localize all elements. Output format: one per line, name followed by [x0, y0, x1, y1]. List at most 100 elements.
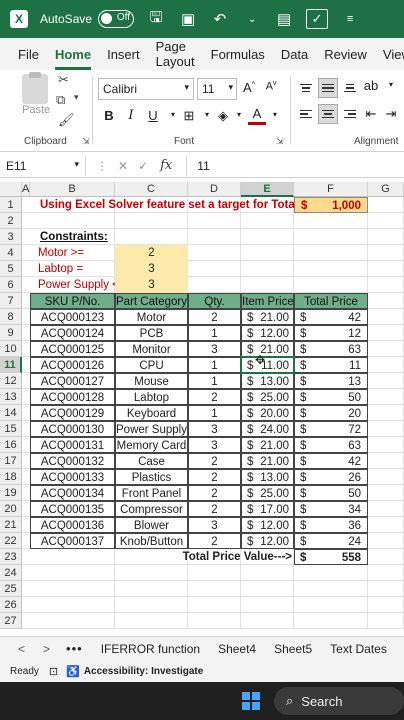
- sheet-tab-sheet5[interactable]: Sheet5: [274, 642, 312, 656]
- total-price-label[interactable]: Total Price Value--->: [115, 549, 294, 565]
- sku-cell[interactable]: ACQ000124: [30, 325, 115, 341]
- save-icon[interactable]: 🖫: [146, 7, 166, 32]
- item-price-cell[interactable]: $24.00: [241, 421, 294, 437]
- qty-cell[interactable]: 1: [188, 373, 241, 389]
- target-cell[interactable]: $1,000: [294, 197, 368, 213]
- column-header-g[interactable]: G: [368, 182, 404, 197]
- row-header-27[interactable]: 27: [0, 613, 22, 629]
- category-cell[interactable]: Plastics: [115, 469, 188, 485]
- category-cell[interactable]: Front Panel: [115, 485, 188, 501]
- total-price-cell[interactable]: $36: [294, 517, 368, 533]
- paste-button-label[interactable]: Paste: [22, 104, 50, 116]
- constraint-value[interactable]: 2: [115, 245, 188, 261]
- item-price-cell[interactable]: $13.00: [241, 373, 294, 389]
- category-cell[interactable]: PCB: [115, 325, 188, 341]
- font-color-icon[interactable]: A: [248, 106, 266, 125]
- sku-cell[interactable]: ACQ000131: [30, 437, 115, 453]
- qty-cell[interactable]: 3: [188, 437, 241, 453]
- category-cell[interactable]: Memory Card: [115, 437, 188, 453]
- qty-cell[interactable]: 1: [188, 357, 241, 373]
- qty-cell[interactable]: 3: [188, 421, 241, 437]
- row-header-17[interactable]: 17: [0, 453, 22, 469]
- table-header[interactable]: Qty.: [188, 293, 241, 309]
- column-header-a[interactable]: A: [22, 182, 30, 197]
- sheet-next-button[interactable]: >: [43, 642, 50, 656]
- sku-cell[interactable]: ACQ000135: [30, 501, 115, 517]
- tab-data[interactable]: Data: [281, 47, 308, 62]
- align-top-icon[interactable]: [296, 78, 316, 98]
- qty-cell[interactable]: 2: [188, 485, 241, 501]
- sku-cell[interactable]: ACQ000137: [30, 533, 115, 549]
- row-header-9[interactable]: 9: [0, 325, 22, 341]
- qty-cell[interactable]: 3: [188, 341, 241, 357]
- sheet-tab-iferror[interactable]: IFERROR function: [101, 642, 200, 656]
- row-header-23[interactable]: 23: [0, 549, 22, 565]
- italic-icon[interactable]: I: [122, 108, 140, 123]
- constraint-value[interactable]: 3: [115, 277, 188, 293]
- paste-icon[interactable]: [22, 72, 48, 104]
- name-box[interactable]: E11 ▾: [0, 155, 86, 176]
- sku-cell[interactable]: ACQ000128: [30, 389, 115, 405]
- row-header-13[interactable]: 13: [0, 389, 22, 405]
- row-header-5[interactable]: 5: [0, 261, 22, 277]
- row-header-24[interactable]: 24: [0, 565, 22, 581]
- row-header-3[interactable]: 3: [0, 229, 22, 245]
- total-price-value-cell[interactable]: $558: [294, 549, 368, 565]
- decrease-indent-icon[interactable]: ⇤: [362, 106, 380, 122]
- item-price-cell[interactable]: $21.00: [241, 341, 294, 357]
- sku-cell[interactable]: ACQ000123: [30, 309, 115, 325]
- undo-icon[interactable]: ↶: [210, 10, 230, 28]
- sku-cell[interactable]: ACQ000127: [30, 373, 115, 389]
- row-header-12[interactable]: 12: [0, 373, 22, 389]
- sku-cell[interactable]: ACQ000132: [30, 453, 115, 469]
- sku-cell[interactable]: ACQ000136: [30, 517, 115, 533]
- row-header-21[interactable]: 21: [0, 517, 22, 533]
- chevron-down-icon[interactable]: ▾: [266, 110, 284, 119]
- tab-file[interactable]: File: [18, 47, 39, 62]
- autosave-toggle[interactable]: Off: [98, 10, 135, 28]
- column-header-d[interactable]: D: [188, 182, 241, 197]
- align-bottom-icon[interactable]: [340, 78, 360, 98]
- sku-cell[interactable]: ACQ000129: [30, 405, 115, 421]
- increase-indent-icon[interactable]: ⇥: [382, 106, 400, 122]
- qty-cell[interactable]: 1: [188, 325, 241, 341]
- orientation-icon[interactable]: ab: [362, 78, 380, 93]
- qty-cell[interactable]: 2: [188, 469, 241, 485]
- file-icon[interactable]: ▤: [274, 10, 294, 28]
- tab-home[interactable]: Home: [54, 47, 92, 70]
- more-icon[interactable]: ≡: [340, 13, 360, 25]
- constraint-label[interactable]: Labtop =: [30, 261, 115, 277]
- font-size-select[interactable]: 11 ▾: [197, 78, 237, 100]
- category-cell[interactable]: Mouse: [115, 373, 188, 389]
- align-left-icon[interactable]: [296, 104, 316, 124]
- table-header[interactable]: Item Price: [241, 293, 294, 309]
- copy-icon[interactable]: ⧉: [56, 92, 65, 108]
- formula-input[interactable]: 11: [186, 155, 210, 176]
- row-header-19[interactable]: 19: [0, 485, 22, 501]
- borders-icon[interactable]: ⊞: [180, 108, 198, 124]
- chevron-down-icon[interactable]: ▾: [382, 80, 400, 89]
- row-header-1[interactable]: 1: [0, 197, 22, 213]
- solver-title[interactable]: Using Excel Solver feature set a target …: [30, 197, 294, 213]
- row-header-4[interactable]: 4: [0, 245, 22, 261]
- item-price-cell[interactable]: $21.00: [241, 437, 294, 453]
- category-cell[interactable]: Blower: [115, 517, 188, 533]
- increase-font-icon[interactable]: A^: [240, 80, 258, 95]
- qty-cell[interactable]: 1: [188, 405, 241, 421]
- tab-review[interactable]: Review: [324, 47, 367, 62]
- table-header[interactable]: Part Category: [115, 293, 188, 309]
- qty-cell[interactable]: 2: [188, 309, 241, 325]
- qty-cell[interactable]: 2: [188, 533, 241, 549]
- row-header-6[interactable]: 6: [0, 277, 22, 293]
- clipboard-launcher-icon[interactable]: ⇲: [82, 136, 90, 147]
- accessibility-status[interactable]: Accessibility: Investigate: [84, 666, 204, 677]
- align-right-icon[interactable]: [340, 104, 360, 124]
- macro-record-icon[interactable]: ⊡: [49, 665, 58, 678]
- total-price-cell[interactable]: $63: [294, 341, 368, 357]
- taskbar-search[interactable]: ⌕ Search: [274, 687, 404, 715]
- chevron-down-icon[interactable]: ▾: [230, 110, 248, 119]
- total-price-cell[interactable]: $13: [294, 373, 368, 389]
- tab-view[interactable]: View: [383, 47, 404, 62]
- row-header-22[interactable]: 22: [0, 533, 22, 549]
- row-header-7[interactable]: 7: [0, 293, 22, 309]
